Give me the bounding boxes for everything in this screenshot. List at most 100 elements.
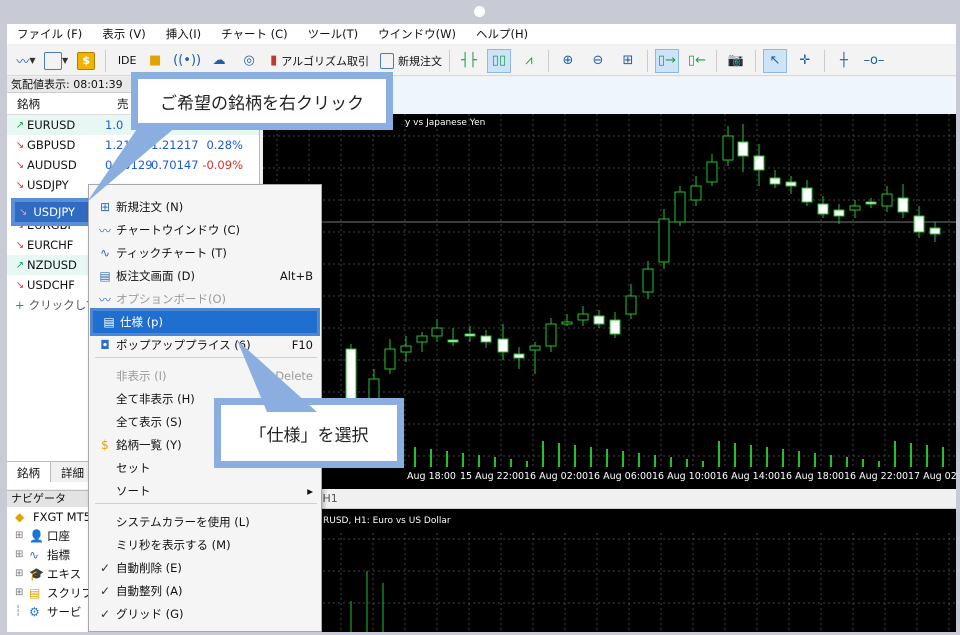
symbols-button[interactable]: $ [74, 49, 98, 73]
ide-button[interactable]: IDE [113, 49, 137, 73]
menu-bar: ファイル (F) 表示 (V) 挿入(I) チャート (C) ツール(T) ウイ… [7, 24, 956, 44]
new-order-label: 新規注文 [397, 54, 442, 68]
vertical-line-button[interactable]: ┼ [832, 49, 856, 73]
line-chart-dropdown-button[interactable]: 〰 ▼ [14, 49, 38, 73]
chevron-down-icon: ▼ [29, 56, 36, 65]
chart2-tab[interactable]: ,H1 [263, 489, 956, 509]
toolbar-separator [448, 49, 450, 72]
menu-insert[interactable]: 挿入(I) [156, 26, 211, 42]
zoom-in-button[interactable]: ⊕ [556, 49, 580, 73]
chart-shift-icon: ▯← [687, 53, 706, 68]
context-menu-item[interactable]: ✓ 自動整列 (A) [89, 580, 321, 602]
time-label: 16 Aug 10:00 [652, 471, 717, 482]
candle-body [513, 353, 525, 359]
vps-button[interactable]: ☁ [207, 49, 231, 73]
cursor-button[interactable]: ↖ [762, 48, 787, 73]
option-board-icon: 〰 [98, 292, 111, 307]
context-menu-item[interactable]: ∿ ティックチャート (T) [89, 242, 321, 264]
candle-body [658, 218, 670, 263]
camera-icon: 📷 [727, 53, 745, 68]
chart-shift-button[interactable]: ▯← [685, 49, 709, 73]
crosshair-button[interactable]: ✛ [793, 49, 817, 73]
menu-file[interactable]: ファイル (F) [7, 26, 92, 42]
arrow-down-icon: ↘ [15, 139, 25, 151]
callout-pointer [87, 126, 177, 202]
context-menu-item[interactable]: ✓ 自動削除 (E) [89, 557, 321, 579]
context-menu-shortcut: ▸ [307, 484, 313, 498]
market-button[interactable]: ■ [143, 49, 167, 73]
tree-line-icon: ┆ [15, 606, 22, 617]
column-header-symbol[interactable]: 銘柄 [7, 96, 107, 112]
algo-icon: ▮ [270, 53, 278, 68]
specification-icon: ▤ [103, 315, 115, 329]
menu-view[interactable]: 表示 (V) [92, 26, 156, 42]
new-order-button[interactable]: 新規注文 [379, 49, 442, 73]
time-label: 16 Aug 22:00 [844, 471, 909, 482]
navigator-item-label: FXGT MT5 [33, 509, 91, 524]
horizontal-line-icon: –o– [863, 53, 885, 68]
context-menu-label: 板注文画面 (D) [116, 269, 195, 283]
menu-tools[interactable]: ツール(T) [298, 26, 369, 42]
candle-body [865, 201, 877, 205]
zoom-out-icon: ⊖ [592, 53, 604, 68]
candlestick-button[interactable]: ▯▯ [486, 48, 511, 73]
eurusd-chart[interactable]: RUSD, H1: Euro vs US Dollar [263, 509, 956, 632]
context-menu-label: ソート [116, 484, 151, 498]
context-menu-item[interactable]: システムカラーを使用 (L) [89, 511, 321, 533]
candle-body [706, 161, 718, 183]
bar-chart-button[interactable]: ┤├ [457, 49, 481, 73]
candle-body [753, 155, 765, 171]
candle-body [561, 321, 573, 325]
tree-expand-icon: ⊞ [15, 549, 24, 560]
candle-body [929, 227, 941, 235]
candle-body [913, 215, 925, 233]
community-button[interactable]: ◎ [237, 49, 261, 73]
menu-charts[interactable]: チャート (C) [211, 26, 298, 42]
column-header-bid[interactable]: 売 [107, 96, 129, 112]
auto-scroll-button[interactable]: ▯→ [654, 48, 679, 73]
context-menu-item[interactable]: 〰チャートウインドウ (C) [89, 219, 321, 241]
candle-body [431, 327, 443, 337]
menu-help[interactable]: ヘルプ(H) [466, 26, 538, 42]
signals-button[interactable]: ((•)) [173, 49, 201, 73]
candle-body [817, 203, 829, 215]
candle-body [897, 197, 909, 213]
navigator-item-label: 口座 [47, 528, 70, 543]
context-menu-item[interactable]: ✓ グリッド (G) [89, 603, 321, 625]
arrow-down-icon: ↘ [15, 239, 25, 251]
zoom-out-button[interactable]: ⊖ [586, 49, 610, 73]
context-menu-label: 自動整列 (A) [116, 584, 183, 598]
tab-symbols[interactable]: 銘柄 [7, 462, 51, 482]
context-menu-label: システムカラーを使用 (L) [116, 515, 250, 529]
screenshot-button[interactable]: 📷 [724, 49, 748, 73]
symbols-icon: $ [101, 438, 109, 452]
toolbar-separator [754, 49, 756, 72]
line-chart-button[interactable]: ⩘ [517, 49, 541, 73]
context-menu-item[interactable]: ミリ秒を表示する (M) [89, 534, 321, 556]
auto-scroll-icon: ▯→ [657, 53, 676, 68]
usdjpy-label: USDJPY [33, 205, 76, 219]
candle-body [642, 268, 654, 293]
candle-body [769, 177, 781, 185]
experts-icon: 🎓 [29, 566, 44, 581]
candle-body [593, 315, 605, 325]
context-menu-label: オプションボード(O) [116, 292, 227, 306]
menu-window[interactable]: ウインドウ(W) [368, 26, 466, 42]
arrow-up-icon: ↗ [15, 119, 25, 131]
candle-body [545, 323, 557, 347]
vertical-line-icon: ┼ [840, 53, 848, 68]
context-menu-item[interactable]: ソート ▸ [89, 480, 321, 502]
context-menu-item[interactable]: ▤ 板注文画面 (D) Alt+B [89, 265, 321, 287]
zoom-in-icon: ⊕ [562, 53, 574, 68]
toolbar-separator [105, 49, 107, 72]
navigator-item-label: サービ [47, 604, 82, 619]
bar-chart-icon: ┤├ [461, 53, 477, 68]
algo-trading-button[interactable]: ▮ アルゴリズム取引 [270, 49, 369, 73]
time-label: 16 Aug 18:00 [780, 471, 845, 482]
chart-template-dropdown-button[interactable]: ▼ [44, 49, 68, 73]
toolbar-separator [823, 49, 825, 72]
plus-icon: + [15, 298, 25, 312]
tile-windows-button[interactable]: ⊞ [616, 49, 640, 73]
horizontal-line-button[interactable]: –o– [862, 49, 886, 73]
time-label: 16 Aug 02:00 [524, 471, 589, 482]
